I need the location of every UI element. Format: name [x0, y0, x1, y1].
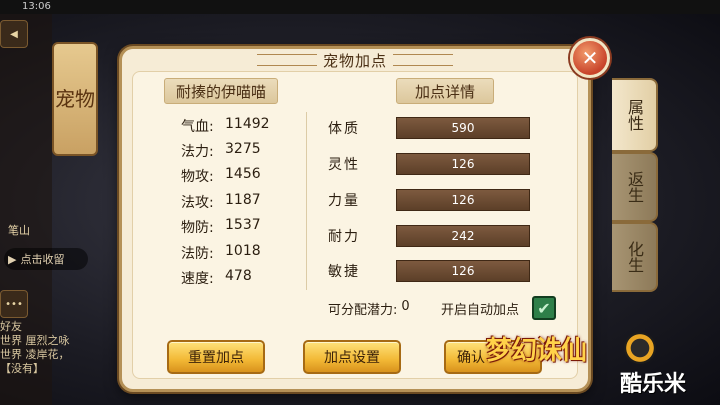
chat-log: 好友 世界 厘烈之咏 世界 凌岸花， 【没有】 — [0, 320, 70, 376]
stat-row: 气血: 11492 — [181, 116, 270, 136]
attribute-label: 力量 — [328, 193, 360, 209]
stat-row: 速度: 478 — [181, 268, 252, 288]
site-logo-icon — [624, 332, 656, 364]
attribute-value-bar[interactable]: 126 — [396, 260, 530, 282]
chat-line: 好友 — [0, 320, 22, 333]
game-logo-watermark: 梦幻诛仙 — [486, 336, 587, 366]
tab-transform[interactable]: 化生 — [612, 222, 658, 292]
potential-label: 可分配潜力: — [328, 303, 398, 318]
stat-row: 法力: 3275 — [181, 141, 261, 161]
pet-name: 耐揍的伊喵喵 — [175, 82, 266, 101]
auto-add-checkbox[interactable]: ✔ — [532, 296, 556, 320]
site-logo-watermark: 酷乐米 — [620, 372, 687, 397]
stat-row: 物攻: 1456 — [181, 166, 261, 186]
status-bar: 13:06 — [0, 0, 720, 14]
title-ornament-left — [256, 54, 317, 66]
attribute-row: 敏捷 126 — [328, 260, 530, 282]
stat-label: 物攻: — [181, 169, 214, 185]
tab-attributes[interactable]: 属性 — [612, 78, 658, 152]
attribute-value-bar[interactable]: 242 — [396, 225, 530, 247]
back-button[interactable]: ◀ — [0, 20, 28, 48]
attribute-row: 力量 126 — [328, 189, 530, 211]
stat-value: 1456 — [225, 166, 261, 182]
stat-label: 物防: — [181, 220, 214, 236]
pet-scroll-label: 宠物 — [55, 87, 95, 111]
chat-line: 世界 厘烈之咏 — [0, 334, 70, 347]
tab-rebirth[interactable]: 返生 — [612, 152, 658, 222]
stat-value: 1537 — [225, 217, 261, 233]
auto-add-label: 开启自动加点 — [441, 303, 520, 318]
stat-label: 法攻: — [181, 195, 214, 211]
attribute-row: 体质 590 — [328, 117, 530, 139]
attribute-value-bar[interactable]: 126 — [396, 153, 530, 175]
play-icon: ▶ — [8, 252, 17, 266]
dialog-title-bar: 宠物加点 — [122, 47, 588, 73]
attribute-row: 耐力 242 — [328, 225, 530, 247]
collect-button[interactable]: ▶ 点击收留 — [4, 248, 88, 270]
stat-value: 3275 — [225, 141, 261, 157]
stat-label: 法防: — [181, 246, 214, 262]
pet-scroll-tab[interactable]: 宠物 — [52, 42, 98, 156]
attribute-label: 体质 — [328, 121, 360, 137]
chat-bubble-icon[interactable]: ••• — [0, 290, 28, 318]
collect-label: 点击收留 — [20, 253, 65, 266]
detail-heading-plate: 加点详情 — [396, 78, 494, 104]
stat-label: 法力: — [181, 144, 214, 160]
mail-label: 笔山 — [8, 224, 30, 237]
stat-row: 法防: 1018 — [181, 243, 261, 263]
attribute-label: 敏捷 — [328, 264, 360, 280]
attribute-row: 灵性 126 — [328, 153, 530, 175]
checkmark-icon: ✔ — [537, 298, 551, 318]
chat-line: 世界 凌岸花， — [0, 348, 70, 361]
stat-label: 气血: — [181, 119, 214, 135]
point-settings-button[interactable]: 加点设置 — [303, 340, 401, 374]
tab-transform-label: 化生 — [625, 241, 644, 273]
chat-line: 【没有】 — [0, 362, 44, 375]
attribute-label: 耐力 — [328, 229, 360, 245]
reset-points-button[interactable]: 重置加点 — [167, 340, 265, 374]
potential-value: 0 — [401, 299, 410, 314]
pet-name-plate: 耐揍的伊喵喵 — [164, 78, 278, 104]
attribute-value-bar[interactable]: 590 — [396, 117, 530, 139]
stat-row: 物防: 1537 — [181, 217, 261, 237]
confirm-label: 确认 — [457, 350, 485, 366]
close-button[interactable]: ✕ — [570, 38, 610, 78]
column-divider — [306, 112, 307, 290]
stat-row: 法攻: 1187 — [181, 192, 261, 212]
stat-value: 478 — [225, 268, 252, 284]
status-clock: 13:06 — [22, 1, 51, 12]
close-icon: ✕ — [581, 46, 599, 70]
stat-value: 1187 — [225, 192, 261, 208]
tab-rebirth-label: 返生 — [625, 171, 644, 203]
detail-heading: 加点详情 — [414, 82, 475, 101]
tab-attributes-label: 属性 — [625, 99, 644, 131]
stat-label: 速度: — [181, 271, 214, 287]
title-ornament-right — [393, 54, 453, 66]
stat-value: 1018 — [225, 243, 261, 259]
attribute-label: 灵性 — [328, 157, 360, 173]
attribute-value-bar[interactable]: 126 — [396, 189, 530, 211]
dialog-title: 宠物加点 — [322, 51, 387, 70]
potential-readout: 可分配潜力: 0 — [328, 299, 410, 318]
stat-value: 11492 — [225, 116, 270, 132]
